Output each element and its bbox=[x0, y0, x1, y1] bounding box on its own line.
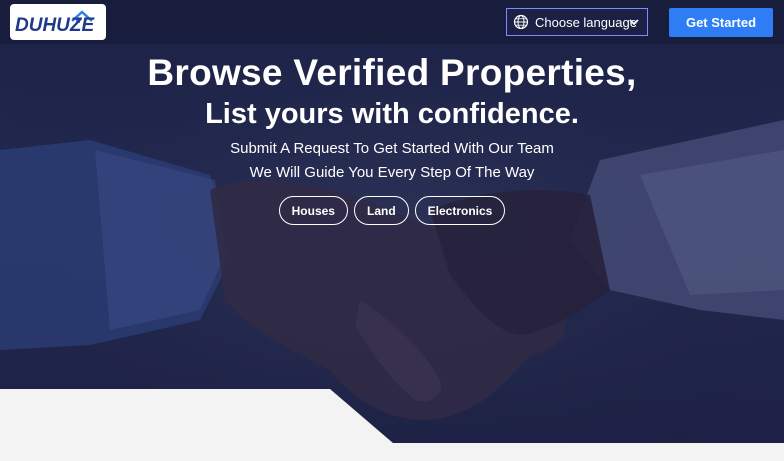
category-pills: Houses Land Electronics bbox=[0, 196, 784, 225]
category-houses-button[interactable]: Houses bbox=[278, 196, 348, 225]
logo-text: DUHUZE bbox=[15, 15, 95, 36]
top-navbar: DUHUZE Choose language Get Started bbox=[0, 0, 784, 44]
language-label: Choose language bbox=[535, 14, 637, 30]
hero-section: DUHUZE Choose language Get Started Brows… bbox=[0, 0, 784, 443]
get-started-button[interactable]: Get Started bbox=[669, 8, 773, 37]
hero-tagline-1: Submit A Request To Get Started With Our… bbox=[230, 140, 554, 157]
content-panel-edge bbox=[0, 389, 784, 461]
brand-logo[interactable]: DUHUZE bbox=[10, 4, 106, 40]
category-land-button[interactable]: Land bbox=[353, 196, 409, 225]
language-selector[interactable]: Choose language bbox=[506, 8, 648, 36]
hero-subtitle: List yours with confidence. bbox=[205, 98, 579, 130]
hero-title: Browse Verified Properties, bbox=[147, 52, 637, 93]
category-electronics-button[interactable]: Electronics bbox=[414, 196, 506, 225]
hero-tagline-2: We Will Guide You Every Step Of The Way bbox=[249, 164, 535, 181]
chevron-down-icon bbox=[629, 19, 639, 26]
globe-icon bbox=[513, 14, 529, 30]
logo-house-icon: DUHUZE bbox=[15, 10, 95, 36]
